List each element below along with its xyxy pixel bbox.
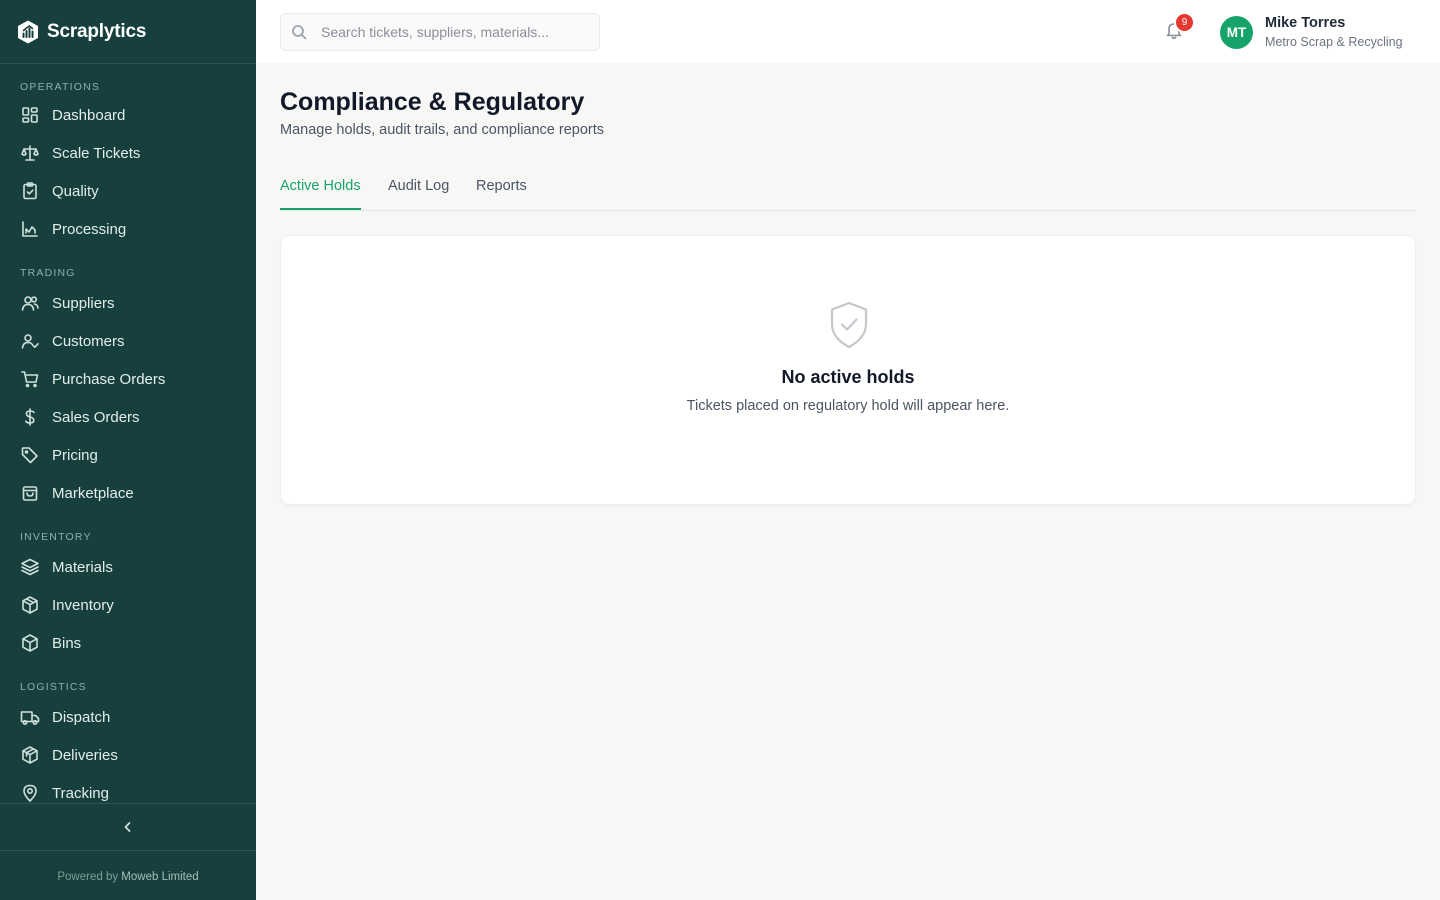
avatar[interactable]: MT: [1220, 16, 1253, 49]
tag-icon: [20, 445, 40, 465]
sidebar-item-inventory[interactable]: Inventory: [0, 586, 256, 624]
powered-by-company[interactable]: Moweb Limited: [121, 871, 198, 883]
sidebar-item-label: Suppliers: [52, 294, 115, 312]
search-icon: [291, 24, 307, 40]
section-title-logistics: LOGISTICS: [20, 681, 87, 693]
sidebar-item-label: Inventory: [52, 596, 114, 614]
sidebar-item-label: Bins: [52, 634, 82, 652]
sidebar-item-label: Tracking: [52, 784, 109, 802]
sidebar-item-label: Dispatch: [52, 708, 111, 726]
sidebar-item-label: Purchase Orders: [52, 370, 166, 388]
sidebar-item-label: Processing: [52, 220, 127, 238]
empty-state-message: Tickets placed on regulatory hold will a…: [686, 398, 1010, 414]
page-subtitle: Manage holds, audit trails, and complian…: [280, 122, 605, 138]
user-check-icon: [20, 331, 40, 351]
sidebar-item-label: Pricing: [52, 446, 98, 464]
section-title-trading: TRADING: [20, 267, 76, 279]
sidebar-item-label: Scale Tickets: [52, 144, 141, 162]
sidebar-item-customers[interactable]: Customers: [0, 322, 256, 360]
sidebar-item-label: Marketplace: [52, 484, 134, 502]
sidebar-item-pricing[interactable]: Pricing: [0, 436, 256, 474]
sidebar-item-deliveries[interactable]: Deliveries: [0, 736, 256, 774]
sidebar-item-purchase-orders[interactable]: Purchase Orders: [0, 360, 256, 398]
truck-icon: [20, 707, 40, 727]
dashboard-icon: [20, 105, 40, 125]
package-icon: [20, 595, 40, 615]
sidebar-item-label: Customers: [52, 332, 125, 350]
sidebar-item-dashboard[interactable]: Dashboard: [0, 96, 256, 134]
tab-bar: Active Holds Audit Log Reports: [280, 170, 1416, 211]
brand[interactable]: Scraplytics: [0, 0, 256, 64]
box-icon: [20, 633, 40, 653]
user-org: Metro Scrap & Recycling: [1265, 35, 1403, 49]
sidebar-item-materials[interactable]: Materials: [0, 548, 256, 586]
sidebar-item-suppliers[interactable]: Suppliers: [0, 284, 256, 322]
tab-audit-log[interactable]: Audit Log: [388, 178, 449, 210]
empty-state-title: No active holds: [781, 367, 915, 387]
section-title-inventory: INVENTORY: [20, 531, 92, 543]
powered-by-prefix: Powered by: [57, 871, 119, 883]
chevron-left-icon: [121, 820, 135, 834]
active-holds-card: No active holds Tickets placed on regula…: [280, 235, 1416, 505]
sidebar-item-label: Quality: [52, 182, 99, 200]
sidebar-item-dispatch[interactable]: Dispatch: [0, 698, 256, 736]
tab-reports[interactable]: Reports: [476, 178, 527, 210]
page-title: Compliance & Regulatory: [280, 88, 585, 116]
cart-icon: [20, 369, 40, 389]
sidebar-nav: OPERATIONS Dashboard Scale Tickets Quali…: [0, 64, 256, 812]
logo-icon: [15, 19, 41, 45]
section-title-operations: OPERATIONS: [20, 81, 101, 93]
users-icon: [20, 293, 40, 313]
sidebar-item-quality[interactable]: Quality: [0, 172, 256, 210]
powered-by: Powered by Moweb Limited: [0, 871, 256, 883]
topbar: 9 MT Mike Torres Metro Scrap & Recycling: [256, 0, 1440, 63]
shield-check-icon: [827, 300, 871, 350]
factory-icon: [20, 219, 40, 239]
search-input[interactable]: [321, 24, 591, 40]
sidebar: Scraplytics OPERATIONS Dashboard Scale T…: [0, 0, 256, 900]
scale-icon: [20, 143, 40, 163]
notification-badge: 9: [1174, 12, 1195, 33]
sidebar-item-label: Dashboard: [52, 106, 126, 124]
search-box[interactable]: [280, 13, 600, 51]
sidebar-item-processing[interactable]: Processing: [0, 210, 256, 248]
user-name[interactable]: Mike Torres: [1265, 15, 1345, 31]
sidebar-item-marketplace[interactable]: Marketplace: [0, 474, 256, 512]
map-pin-icon: [20, 783, 40, 803]
sidebar-item-scale-tickets[interactable]: Scale Tickets: [0, 134, 256, 172]
sidebar-item-label: Deliveries: [52, 746, 118, 764]
dollar-icon: [20, 407, 40, 427]
tab-active-holds[interactable]: Active Holds: [280, 178, 361, 210]
app-name: Scraplytics: [47, 20, 147, 42]
sidebar-item-sales-orders[interactable]: Sales Orders: [0, 398, 256, 436]
sidebar-collapse-button[interactable]: [0, 803, 256, 851]
layers-icon: [20, 557, 40, 577]
shopping-bag-icon: [20, 483, 40, 503]
package-open-icon: [20, 745, 40, 765]
sidebar-item-label: Materials: [52, 558, 113, 576]
clipboard-check-icon: [20, 181, 40, 201]
sidebar-item-bins[interactable]: Bins: [0, 624, 256, 662]
sidebar-item-label: Sales Orders: [52, 408, 140, 426]
